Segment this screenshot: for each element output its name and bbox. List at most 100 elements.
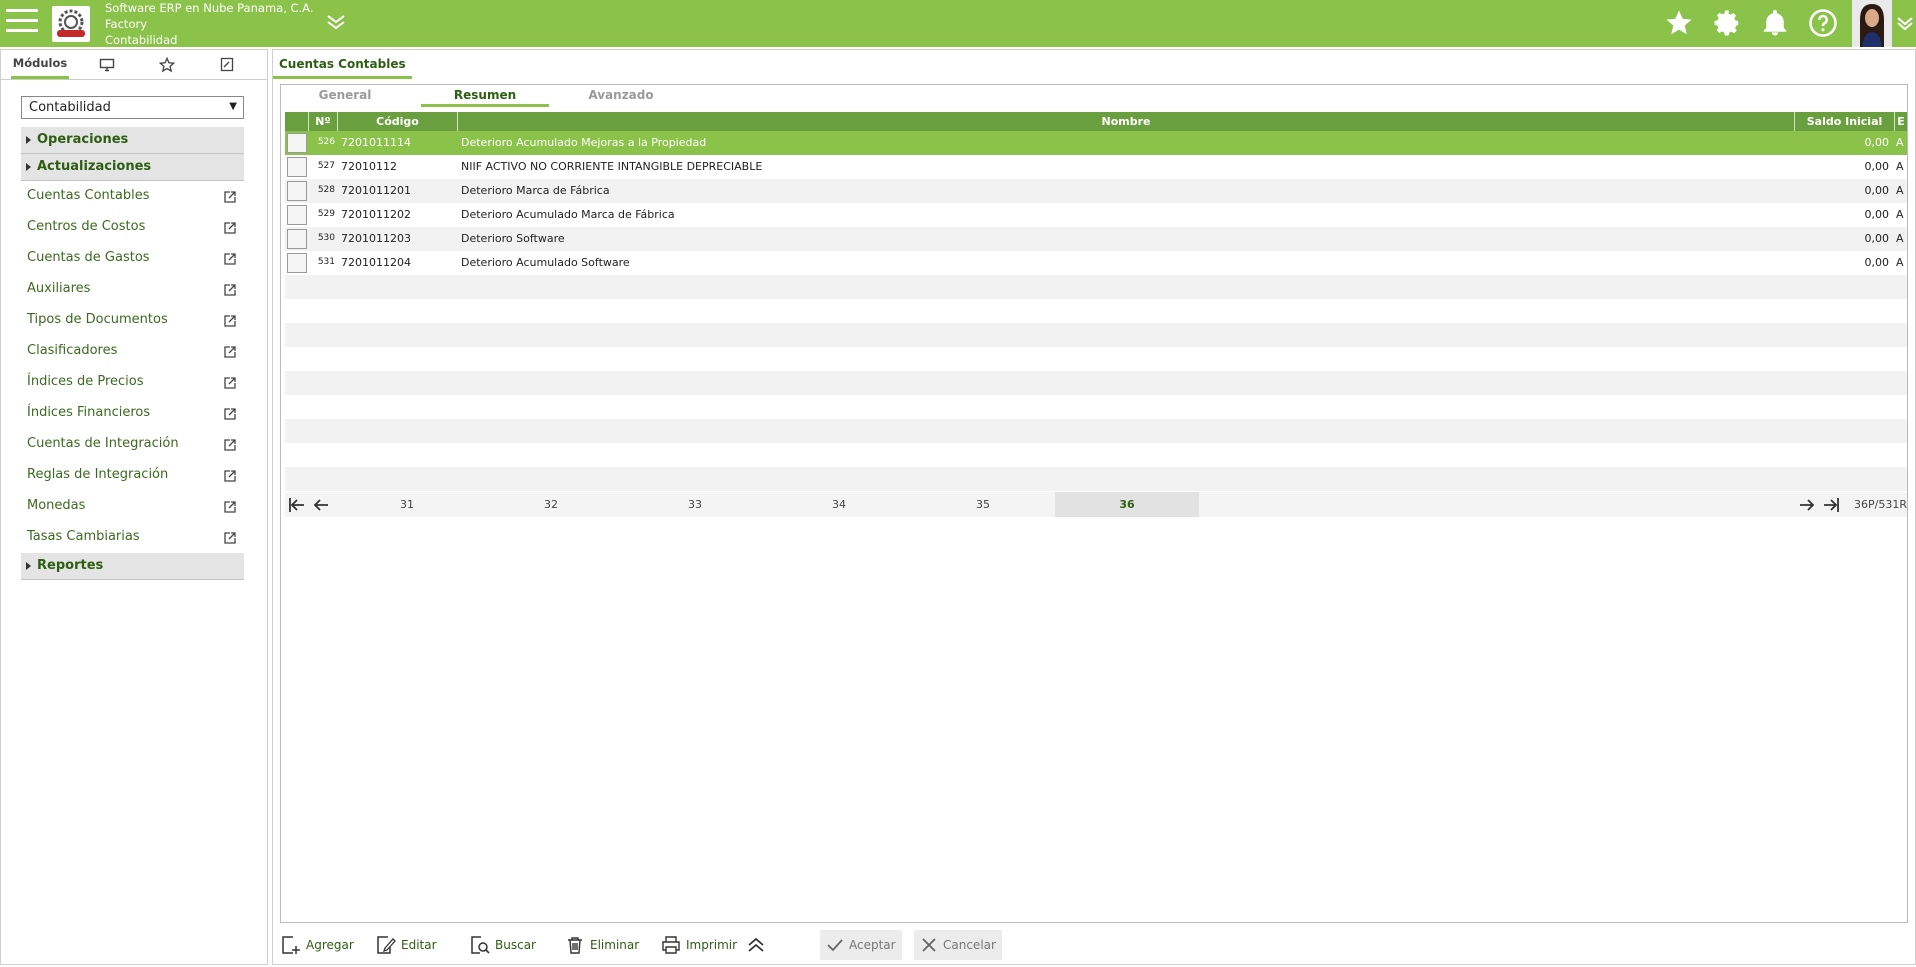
menu-item[interactable]: Reglas de Integración: [27, 467, 237, 489]
page-number[interactable]: 33: [623, 492, 767, 517]
external-link-icon[interactable]: [223, 438, 237, 452]
pager-info: 36P/531R: [1854, 498, 1907, 511]
delete-button[interactable]: Eliminar: [565, 930, 639, 960]
menu-item[interactable]: Clasificadores: [27, 343, 237, 365]
tab-general[interactable]: General: [295, 85, 395, 107]
tab-modulos[interactable]: Módulos: [11, 50, 69, 79]
hamburger-menu-icon[interactable]: [6, 9, 38, 37]
tab-avanzado[interactable]: Avanzado: [571, 85, 671, 107]
menu-item[interactable]: Tasas Cambiarias: [27, 529, 237, 551]
header-n[interactable]: Nº: [309, 112, 338, 131]
header-e[interactable]: E: [1895, 112, 1907, 131]
menu-item[interactable]: Índices de Precios: [27, 374, 237, 396]
menu-item[interactable]: Tipos de Documentos: [27, 312, 237, 334]
delete-label: Eliminar: [590, 938, 640, 952]
section-label: Operaciones: [37, 132, 129, 147]
add-icon: [282, 936, 300, 954]
add-button[interactable]: Agregar: [281, 930, 354, 960]
double-chevron-down-icon[interactable]: [325, 13, 347, 31]
page-number[interactable]: 34: [767, 492, 911, 517]
tab-resumen[interactable]: Resumen: [421, 85, 549, 107]
user-menu-chevron-icon[interactable]: [1896, 14, 1914, 32]
help-icon[interactable]: [1808, 8, 1838, 38]
external-link-icon[interactable]: [223, 283, 237, 297]
user-avatar[interactable]: [1852, 0, 1892, 47]
section-actualizaciones[interactable]: Actualizaciones: [21, 154, 244, 181]
row-select-checkbox[interactable]: [287, 205, 307, 225]
tab-cuentas-contables[interactable]: Cuentas Contables: [273, 50, 412, 79]
header-nombre[interactable]: Nombre: [458, 112, 1795, 131]
page-number[interactable]: 35: [911, 492, 1055, 517]
external-link-icon[interactable]: [223, 376, 237, 390]
menu-item-label: Reglas de Integración: [27, 467, 169, 482]
page-number[interactable]: 31: [335, 492, 479, 517]
menu-item[interactable]: Monedas: [27, 498, 237, 520]
bell-icon[interactable]: [1760, 8, 1790, 38]
row-codigo: 7201011202: [341, 208, 411, 221]
monitor-icon[interactable]: [89, 50, 125, 79]
menu-item[interactable]: Auxiliares: [27, 281, 237, 303]
menu-item-label: Cuentas Contables: [27, 188, 150, 203]
header-codigo[interactable]: Código: [338, 112, 458, 131]
table-row[interactable]: 528 7201011201 Deterioro Marca de Fábrica 0…: [285, 179, 1907, 203]
section-operaciones[interactable]: Operaciones: [21, 127, 244, 154]
empty-table-row: [285, 419, 1907, 443]
external-link-icon[interactable]: [223, 252, 237, 266]
external-link-icon[interactable]: [223, 469, 237, 483]
external-link-icon[interactable]: [223, 407, 237, 421]
menu-item[interactable]: Índices Financieros: [27, 405, 237, 427]
first-page-icon[interactable]: [287, 496, 307, 514]
external-link-icon[interactable]: [223, 314, 237, 328]
search-button[interactable]: Buscar: [470, 930, 536, 960]
accept-label: Aceptar: [849, 938, 896, 952]
table-row[interactable]: 530 7201011203 Deterioro Software 0,00 A: [285, 227, 1907, 251]
external-link-icon[interactable]: [223, 221, 237, 235]
bottom-toolbar: Agregar Editar Buscar Eliminar Imprimir …: [280, 930, 1080, 960]
next-page-icon[interactable]: [1797, 496, 1817, 514]
menu-item[interactable]: Cuentas de Integración: [27, 436, 237, 458]
table-row[interactable]: 529 7201011202 Deterioro Acumulado Marca d…: [285, 203, 1907, 227]
empty-table-row: [285, 323, 1907, 347]
prev-page-icon[interactable]: [311, 496, 331, 514]
accept-button[interactable]: Aceptar: [820, 930, 902, 960]
star-icon[interactable]: [1664, 8, 1694, 38]
page-number[interactable]: 36: [1055, 492, 1199, 517]
grid-header: Nº Código Nombre Saldo Inicial E: [285, 112, 1907, 131]
table-row[interactable]: 527 72010112 NIIF ACTIVO NO CORRIENTE INTA…: [285, 155, 1907, 179]
menu-item[interactable]: Cuentas Contables: [27, 188, 237, 210]
module-select[interactable]: Contabilidad ▼: [21, 96, 244, 119]
left-tabs: Módulos: [1, 50, 267, 80]
external-link-icon[interactable]: [223, 190, 237, 204]
gear-icon[interactable]: [1712, 8, 1742, 38]
select-arrow-icon: ▼: [229, 101, 237, 112]
menu-item[interactable]: Cuentas de Gastos: [27, 250, 237, 272]
row-number: 527: [317, 161, 335, 171]
row-select-checkbox[interactable]: [287, 133, 307, 153]
section-reportes[interactable]: Reportes: [21, 553, 244, 580]
row-select-checkbox[interactable]: [287, 253, 307, 273]
collapse-toolbar-icon[interactable]: [746, 930, 771, 960]
page-number[interactable]: 32: [479, 492, 623, 517]
external-link-icon[interactable]: [223, 500, 237, 514]
row-select-checkbox[interactable]: [287, 229, 307, 249]
printer-icon: [662, 936, 680, 954]
row-nombre: Deterioro Acumulado Marca de Fábrica: [461, 208, 675, 221]
cancel-button[interactable]: Cancelar: [914, 930, 1002, 960]
menu-item[interactable]: Centros de Costos: [27, 219, 237, 241]
table-row[interactable]: 531 7201011204 Deterioro Acumulado Softwar…: [285, 251, 1907, 275]
last-page-icon[interactable]: [1821, 496, 1841, 514]
external-link-icon[interactable]: [223, 345, 237, 359]
row-estado: A: [1896, 232, 1904, 245]
external-link-icon[interactable]: [223, 531, 237, 545]
header-saldo-inicial[interactable]: Saldo Inicial: [1795, 112, 1895, 131]
row-select-checkbox[interactable]: [287, 157, 307, 177]
company-logo: [52, 6, 90, 42]
empty-table-row: [285, 443, 1907, 467]
edit-button[interactable]: Editar: [376, 930, 437, 960]
close-icon: [922, 938, 936, 952]
print-button[interactable]: Imprimir: [661, 930, 737, 960]
table-row[interactable]: 526 7201011114 Deterioro Acumulado Mejoras…: [285, 131, 1907, 155]
note-icon[interactable]: [209, 50, 245, 79]
row-select-checkbox[interactable]: [287, 181, 307, 201]
favorites-star-icon[interactable]: [149, 50, 185, 79]
